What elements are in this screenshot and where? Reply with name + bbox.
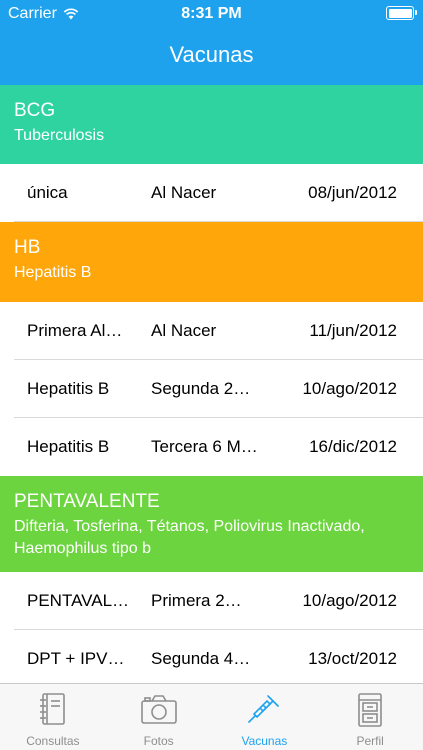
- group-header-bcg: BCG Tuberculosis: [0, 85, 423, 164]
- table-row[interactable]: Hepatitis B Tercera 6 M… 16/dic/2012: [0, 418, 423, 476]
- tab-perfil[interactable]: Perfil: [317, 684, 423, 750]
- tab-label: Consultas: [26, 734, 80, 748]
- schedule-label: Tercera 6 M…: [151, 437, 258, 456]
- dose-label: Hepatitis B: [27, 437, 110, 456]
- clock: 8:31 PM: [181, 5, 242, 22]
- dose-label: única: [27, 183, 68, 202]
- group-header-hb: HB Hepatitis B: [0, 222, 423, 302]
- status-bar: Carrier 8:31 PM: [0, 0, 423, 28]
- date-label: 10/ago/2012: [302, 591, 397, 610]
- group-name: BCG: [14, 100, 56, 121]
- schedule-label: Al Nacer: [151, 321, 217, 340]
- date-label: 16/dic/2012: [309, 437, 397, 456]
- date-label: 08/jun/2012: [308, 183, 397, 202]
- table-row[interactable]: Primera Al… Al Nacer 11/jun/2012: [0, 302, 423, 360]
- tab-vacunas[interactable]: Vacunas: [212, 684, 318, 750]
- camera-icon: [140, 695, 177, 724]
- tab-label: Vacunas: [241, 734, 288, 748]
- tab-consultas[interactable]: Consultas: [0, 684, 106, 750]
- table-row[interactable]: PENTAVAL… Primera 2… 10/ago/2012: [0, 572, 423, 630]
- schedule-label: Segunda 4…: [151, 649, 251, 668]
- schedule-label: Primera 2…: [151, 591, 242, 610]
- dose-label: PENTAVAL…: [27, 591, 130, 610]
- table-row[interactable]: DPT + IPV… Segunda 4… 13/oct/2012: [0, 630, 423, 683]
- dose-label: DPT + IPV…: [27, 649, 125, 668]
- group-description: Difteria, Tosferina, Tétanos, Poliovirus…: [14, 518, 365, 557]
- page-title: Vacunas: [169, 42, 254, 67]
- vaccine-list[interactable]: BCG Tuberculosis única Al Nacer 08/jun/2…: [0, 85, 423, 683]
- date-label: 13/oct/2012: [308, 649, 397, 668]
- notebook-icon: [39, 693, 65, 725]
- group-description: Hepatitis B: [14, 264, 92, 281]
- group-name: HB: [14, 237, 41, 258]
- group-name: PENTAVALENTE: [14, 491, 160, 512]
- date-label: 10/ago/2012: [302, 379, 397, 398]
- group-description: Tuberculosis: [14, 127, 105, 144]
- group-header-pentavalente: PENTAVALENTE Difteria, Tosferina, Tétano…: [0, 476, 423, 572]
- table-row[interactable]: Hepatitis B Segunda 2… 10/ago/2012: [0, 360, 423, 418]
- battery-icon: [386, 6, 417, 20]
- date-label: 11/jun/2012: [309, 321, 397, 340]
- navigation-bar: Vacunas: [0, 28, 423, 85]
- dose-label: Primera Al…: [27, 321, 123, 340]
- cabinet-icon: [358, 693, 382, 727]
- tab-label: Fotos: [143, 734, 174, 748]
- dose-label: Hepatitis B: [27, 379, 110, 398]
- syringe-icon: [248, 695, 280, 723]
- schedule-label: Al Nacer: [151, 183, 217, 202]
- table-row[interactable]: única Al Nacer 08/jun/2012: [0, 164, 423, 222]
- row-divider: [14, 221, 423, 222]
- tab-label: Perfil: [356, 734, 384, 748]
- tab-fotos[interactable]: Fotos: [106, 684, 212, 750]
- tab-bar: Consultas Fotos Vacunas Perfil: [0, 683, 423, 750]
- schedule-label: Segunda 2…: [151, 379, 251, 398]
